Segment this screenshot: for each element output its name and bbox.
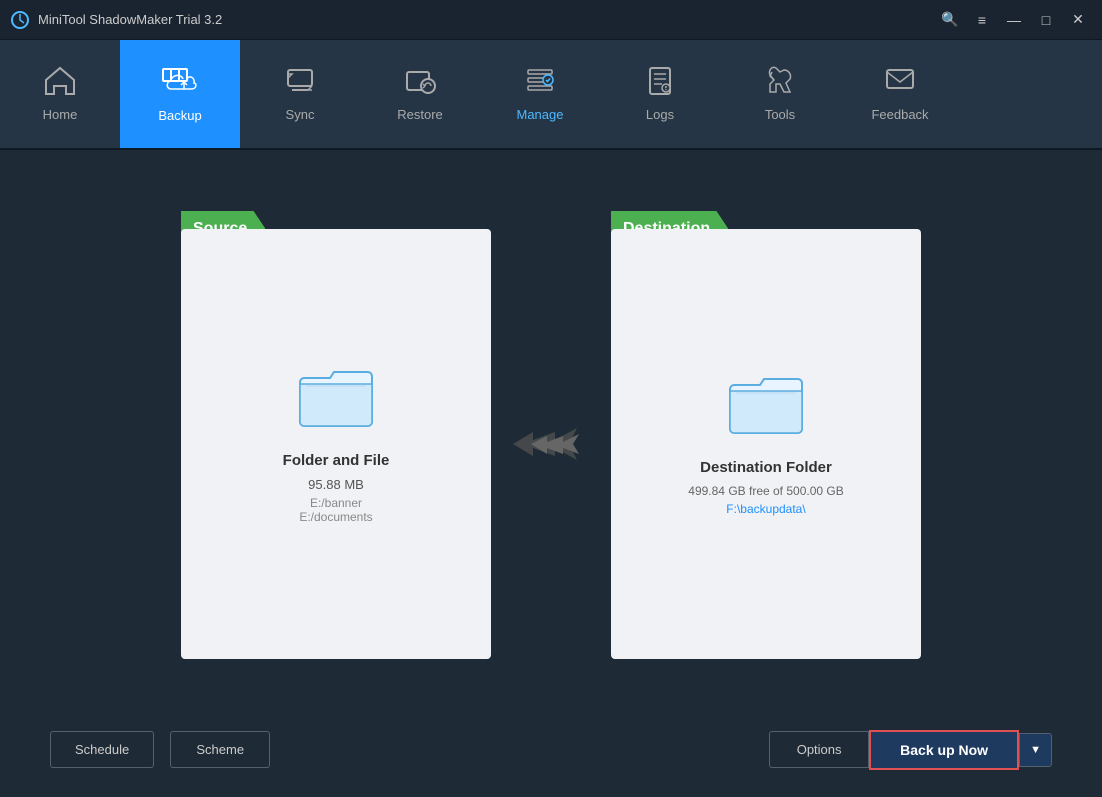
nav-feedback[interactable]: Feedback (840, 40, 960, 148)
maximize-button[interactable]: □ (1032, 9, 1060, 31)
cards-row: Source Folder and File 95.88 MB E:/banne… (50, 180, 1052, 707)
nav-sync[interactable]: Sync (240, 40, 360, 148)
source-card-wrapper: Source Folder and File 95.88 MB E:/banne… (181, 229, 491, 659)
source-path-2: E:/documents (299, 510, 372, 524)
bottom-left: Schedule Scheme (50, 731, 270, 768)
bottom-bar: Schedule Scheme Options Back up Now ▼ (50, 707, 1052, 777)
options-button[interactable]: Options (769, 731, 869, 768)
main-content: Source Folder and File 95.88 MB E:/banne… (0, 150, 1102, 797)
dest-free: 499.84 GB free of 500.00 GB (688, 484, 843, 498)
close-button[interactable]: ✕ (1064, 9, 1092, 31)
feedback-icon (884, 66, 916, 101)
source-size: 95.88 MB (308, 477, 364, 492)
nav-home[interactable]: Home (0, 40, 120, 148)
app-logo (10, 10, 30, 30)
titlebar-controls: 🔍 ≡ — □ ✕ (936, 9, 1092, 31)
nav-restore[interactable]: Restore (360, 40, 480, 148)
nav-manage[interactable]: Manage (480, 40, 600, 148)
navbar: Home Backup Sync (0, 40, 1102, 150)
nav-feedback-label: Feedback (871, 107, 928, 122)
dest-card[interactable]: Destination Folder 499.84 GB free of 500… (611, 229, 921, 659)
dest-card-wrapper: Destination Destination Folder 499.84 GB… (611, 229, 921, 659)
home-icon (44, 66, 76, 101)
nav-restore-label: Restore (397, 107, 443, 122)
titlebar-left: MiniTool ShadowMaker Trial 3.2 (10, 10, 222, 30)
backup-icon (161, 65, 199, 102)
source-paths: E:/banner E:/documents (299, 496, 372, 524)
menu-button[interactable]: ≡ (968, 9, 996, 31)
nav-backup[interactable]: Backup (120, 40, 240, 148)
dest-path: F:\backupdata\ (726, 502, 805, 516)
scheme-button[interactable]: Scheme (170, 731, 270, 768)
nav-logs-label: Logs (646, 107, 674, 122)
minimize-button[interactable]: — (1000, 9, 1028, 31)
nav-manage-label: Manage (517, 107, 564, 122)
app-title: MiniTool ShadowMaker Trial 3.2 (38, 12, 222, 27)
nav-tools-label: Tools (765, 107, 795, 122)
backup-now-button[interactable]: Back up Now (869, 730, 1019, 770)
restore-icon (404, 66, 436, 101)
source-folder-icon (296, 364, 376, 434)
nav-tools[interactable]: Tools (720, 40, 840, 148)
titlebar: MiniTool ShadowMaker Trial 3.2 🔍 ≡ — □ ✕ (0, 0, 1102, 40)
nav-home-label: Home (43, 107, 78, 122)
source-card[interactable]: Folder and File 95.88 MB E:/banner E:/do… (181, 229, 491, 659)
dest-title: Destination Folder (700, 459, 832, 476)
nav-backup-label: Backup (158, 108, 201, 123)
source-path-1: E:/banner (299, 496, 372, 510)
tools-icon (764, 66, 796, 101)
dest-folder-icon (726, 371, 806, 441)
source-title: Folder and File (283, 452, 390, 469)
nav-sync-label: Sync (286, 107, 315, 122)
manage-icon (524, 66, 556, 101)
logs-icon (644, 66, 676, 101)
bottom-right: Options Back up Now ▼ (769, 730, 1052, 770)
nav-logs[interactable]: Logs (600, 40, 720, 148)
backup-dropdown-button[interactable]: ▼ (1019, 733, 1052, 767)
search-button[interactable]: 🔍 (936, 9, 964, 31)
sync-icon (284, 66, 316, 101)
arrow-section (491, 424, 611, 464)
schedule-button[interactable]: Schedule (50, 731, 154, 768)
